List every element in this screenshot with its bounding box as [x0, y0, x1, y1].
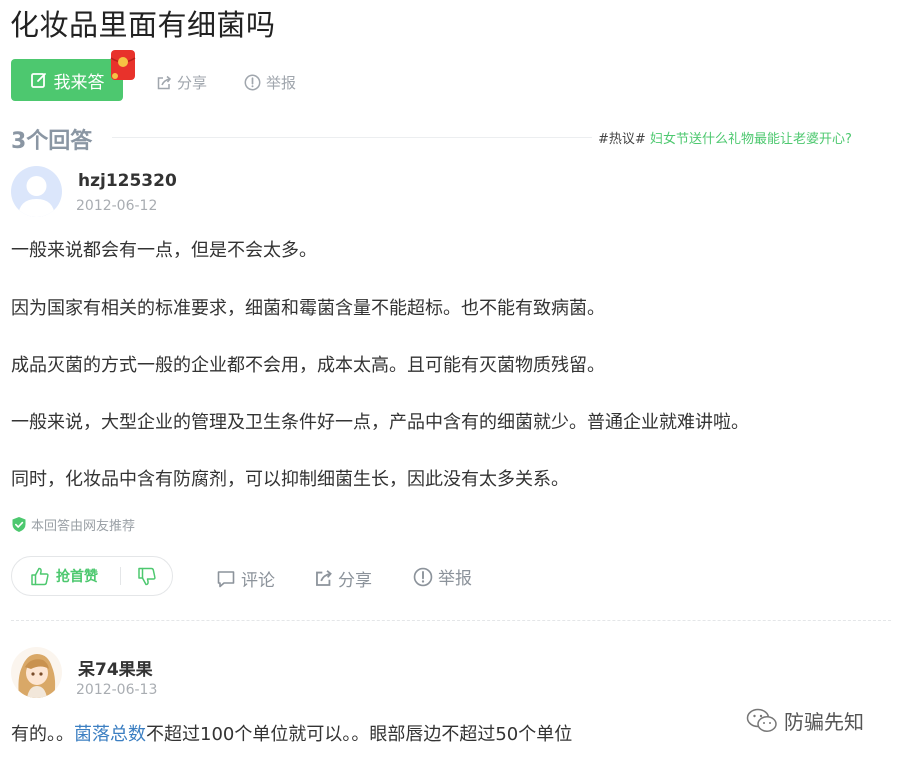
watermark-label: 防骗先知 — [784, 710, 864, 734]
question-share-button[interactable]: 分享 — [156, 72, 207, 93]
report-icon — [413, 567, 433, 586]
comment-label: 评论 — [241, 571, 275, 591]
header-divider — [112, 137, 592, 138]
answer-paragraph: 同时，化妆品中含有防腐剂，可以抑制细菌生长，因此没有太多关系。 — [11, 469, 569, 490]
comment-button[interactable]: 评论 — [216, 566, 275, 591]
answer-text: 不超过100个单位就可以。。眼部唇边不超过50个单位 — [146, 724, 573, 745]
recommend-label: 本回答由网友推荐 — [31, 519, 136, 534]
hot-tag: #热议# — [598, 132, 646, 147]
question-share-label: 分享 — [177, 74, 208, 92]
share-icon — [316, 570, 332, 586]
question-title: 化妆品里面有细菌吗 — [10, 8, 276, 42]
recommend-note: 本回答由网友推荐 — [11, 515, 135, 534]
answer-paragraph: 有的。。菌落总数不超过100个单位就可以。。眼部唇边不超过50个单位 — [11, 720, 572, 746]
answer-share-label: 分享 — [338, 571, 372, 591]
thumb-up-icon — [31, 567, 49, 585]
watermark: 防骗先知 — [746, 706, 864, 735]
answer-username[interactable]: hzj125320 — [78, 171, 177, 191]
wechat-icon — [746, 708, 777, 732]
answer-paragraph: 一般来说，大型企业的管理及卫生条件好一点，产品中含有的细菌就少。普通企业就难讲啦… — [11, 412, 749, 433]
default-avatar-icon — [18, 176, 55, 217]
comment-icon — [217, 570, 235, 587]
edit-icon — [30, 73, 46, 88]
upvote-button[interactable]: 抢首赞 — [12, 566, 120, 586]
hot-topic-link[interactable]: 妇女节送什么礼物最能让老婆开心? — [650, 132, 852, 147]
hot-topic[interactable]: #热议# 妇女节送什么礼物最能让老婆开心? — [598, 128, 852, 147]
answer-paragraph: 成品灭菌的方式一般的企业都不会用，成本太高。且可能有灭菌物质残留。 — [11, 355, 605, 376]
answer-date: 2012-06-13 — [76, 682, 158, 698]
vote-group: 抢首赞 — [11, 556, 173, 596]
question-report-button[interactable]: 举报 — [244, 72, 296, 93]
avatar[interactable] — [11, 647, 62, 698]
answer-paragraph: 因为国家有相关的标准要求，细菌和霉菌含量不能超标。也不能有致病菌。 — [11, 298, 605, 319]
answer-username[interactable]: 呆74果果 — [78, 655, 153, 680]
red-packet-icon[interactable] — [108, 48, 138, 82]
answer-report-label: 举报 — [438, 569, 472, 589]
answer-paragraph: 一般来说都会有一点，但是不会太多。 — [11, 240, 317, 261]
answer-text: 有的。。 — [11, 724, 74, 745]
answer-share-button[interactable]: 分享 — [314, 566, 372, 591]
anime-avatar-icon — [18, 654, 56, 698]
answer-divider — [11, 620, 891, 621]
downvote-button[interactable] — [121, 567, 172, 586]
upvote-label: 抢首赞 — [56, 569, 98, 585]
shield-check-icon — [12, 517, 26, 532]
answer-report-button[interactable]: 举报 — [413, 564, 472, 589]
share-icon — [157, 75, 172, 89]
avatar[interactable] — [11, 166, 62, 217]
answer-button-label: 我来答 — [53, 72, 105, 93]
answer-count: 3个回答 — [11, 129, 93, 154]
keyword-link[interactable]: 菌落总数 — [74, 724, 146, 745]
answer-button[interactable]: 我来答 — [11, 59, 123, 101]
thumb-down-icon — [137, 567, 156, 585]
report-icon — [244, 74, 261, 91]
question-report-label: 举报 — [266, 74, 297, 92]
answer-date: 2012-06-12 — [76, 198, 158, 214]
